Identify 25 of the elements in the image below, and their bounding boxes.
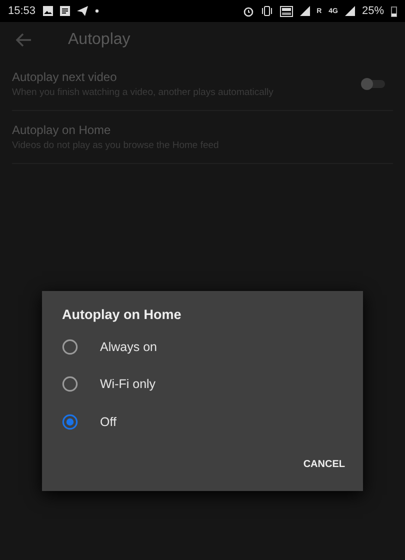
dot-icon — [94, 9, 99, 13]
radio-button[interactable] — [62, 414, 78, 430]
radio-button[interactable] — [62, 376, 78, 392]
option-label: Wi-Fi only — [100, 377, 156, 392]
volte-icon — [280, 6, 293, 16]
clock-time: 15:53 — [8, 5, 36, 17]
battery-percent: 25% — [362, 5, 384, 17]
back-icon[interactable] — [16, 33, 32, 47]
setting-title: Autoplay on Home — [12, 123, 112, 137]
send-icon — [76, 6, 88, 16]
image-icon — [42, 6, 53, 16]
option-label: Always on — [100, 340, 157, 354]
alarm-icon — [242, 6, 254, 16]
radio-button[interactable] — [62, 338, 78, 355]
vibrate-icon — [260, 6, 273, 16]
option-label: Off — [100, 414, 116, 429]
battery-icon — [391, 6, 397, 16]
message-icon — [60, 6, 70, 16]
toggle-switch[interactable] — [361, 78, 385, 90]
signal-icon — [300, 6, 310, 16]
signal-icon — [344, 6, 355, 16]
setting-title: Autoplay next video — [12, 70, 118, 84]
dialog-title: Autoplay on Home — [62, 307, 182, 322]
page-title: Autoplay — [68, 31, 130, 49]
cancel-button[interactable]: CANCEL — [303, 454, 345, 474]
